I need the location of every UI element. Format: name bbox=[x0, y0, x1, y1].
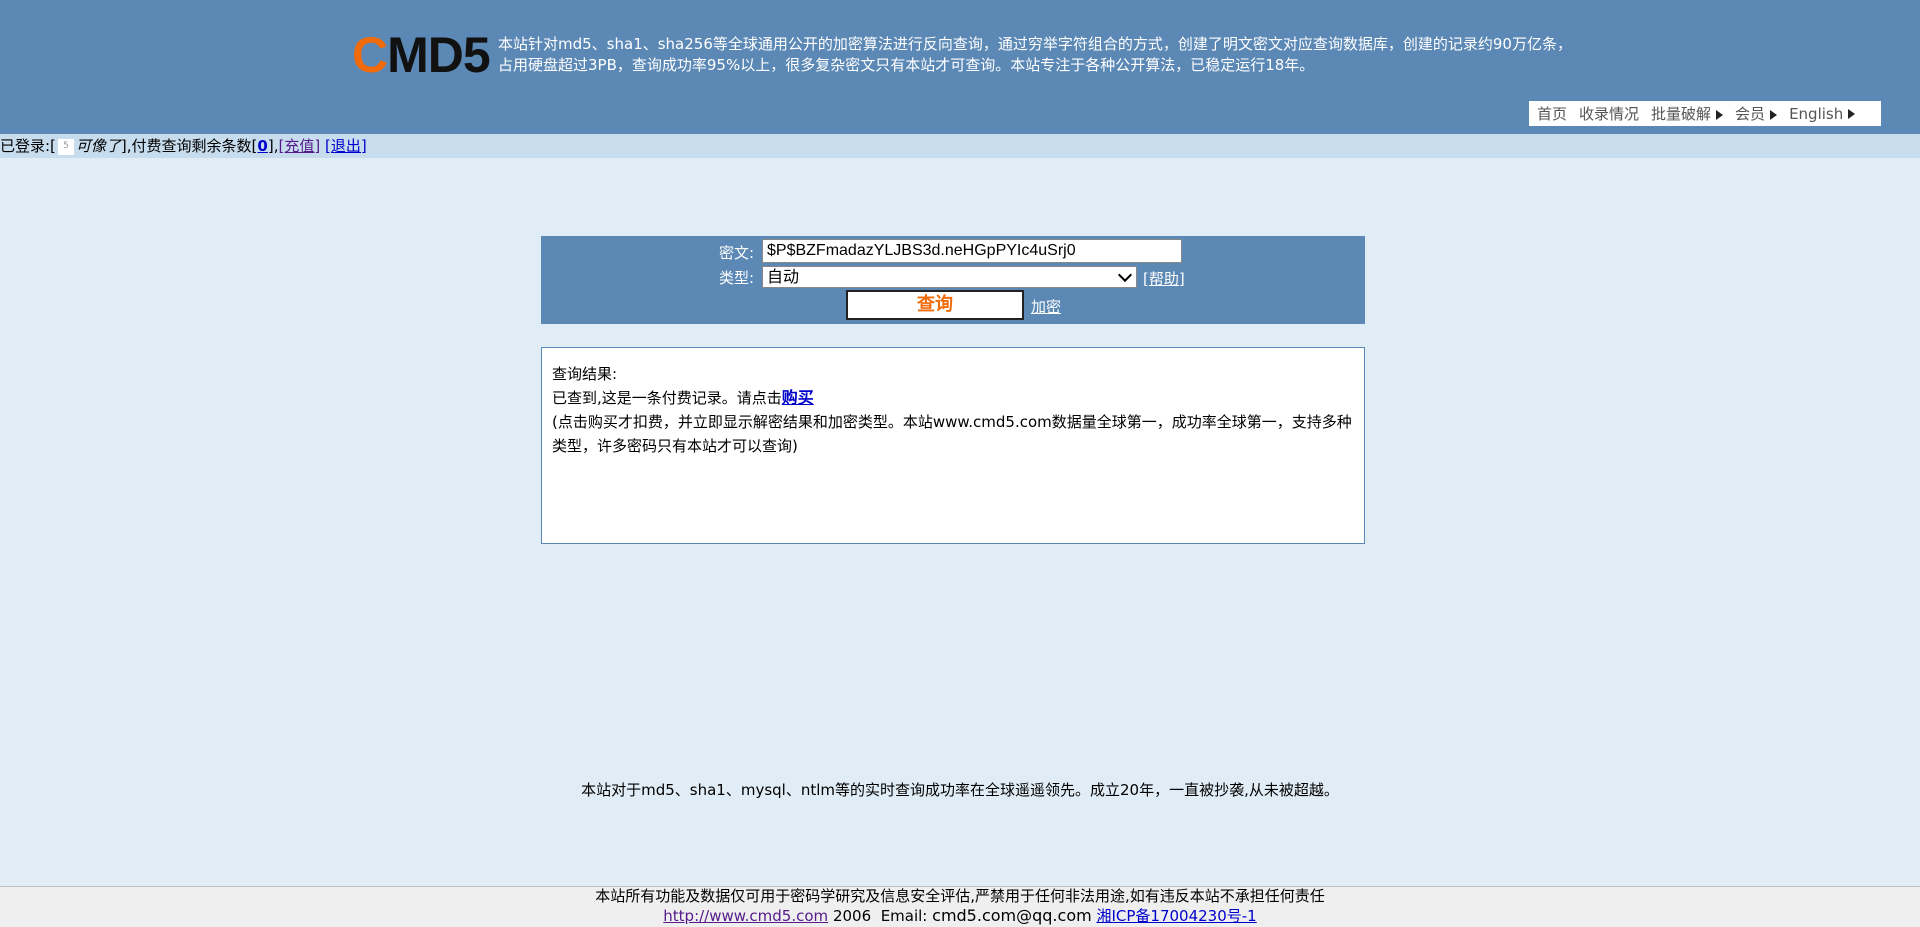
caret-right-icon bbox=[1848, 109, 1856, 119]
footer-disclaimer: 本站所有功能及数据仅可用于密码学研究及信息安全评估,严禁用于任何非法用途,如有违… bbox=[595, 887, 1325, 905]
icp-link[interactable]: 湘ICP备17004230号-1 bbox=[1096, 907, 1256, 925]
nav-batch-crack[interactable]: 批量破解 bbox=[1651, 103, 1724, 124]
login-status-bar: 已登录:[5 可像了],付费查询剩余条数[0],[充值] [退出] bbox=[0, 134, 1920, 158]
query-button[interactable]: 查询 bbox=[846, 290, 1024, 320]
cipher-input[interactable]: $P$BZFmadazYLJBS3d.neHGpPYIc4uSrj0 bbox=[762, 239, 1182, 263]
result-description: (点击购买才扣费，并立即显示解密结果和加密类型。本站www.cmd5.com数据… bbox=[552, 413, 1352, 455]
site-intro: 本站针对md5、sha1、sha256等全球通用公开的加密算法进行反向查询，通过… bbox=[498, 34, 1578, 76]
top-nav: 首页 收录情况 批量破解 会员 English bbox=[1529, 101, 1881, 126]
result-line: 已查到,这是一条付费记录。请点击购买 bbox=[552, 388, 814, 407]
recharge-link[interactable]: [充值] bbox=[278, 137, 320, 155]
site-footer: 本站所有功能及数据仅可用于密码学研究及信息安全评估,严禁用于任何非法用途,如有违… bbox=[0, 886, 1920, 927]
type-label: 类型: bbox=[719, 269, 755, 287]
cmd5-logo[interactable]: CMD5 bbox=[352, 30, 491, 80]
encrypt-link[interactable]: 加密 bbox=[1031, 296, 1061, 317]
footer-email: cmd5.com@qq.com bbox=[932, 906, 1092, 925]
footer-info: http://www.cmd5.com 2006 Email: cmd5.com… bbox=[663, 906, 1257, 925]
query-form: 密文: $P$BZFmadazYLJBS3d.neHGpPYIc4uSrj0 类… bbox=[541, 236, 1365, 324]
intro-line-1: 本站针对md5、sha1、sha256等全球通用公开的加密算法进行反向查询，通过… bbox=[498, 35, 1572, 53]
cipher-label: 密文: bbox=[719, 244, 755, 262]
result-title: 查询结果: bbox=[552, 365, 618, 383]
username: 可像了 bbox=[75, 137, 121, 155]
caret-right-icon bbox=[1716, 109, 1724, 120]
nav-home[interactable]: 首页 bbox=[1537, 103, 1567, 124]
type-select[interactable]: 自动 bbox=[762, 266, 1137, 288]
remaining-count[interactable]: 0 bbox=[257, 137, 267, 155]
intro-line-2: 占用硬盘超过3PB，查询成功率95%以上，很多复杂密文只有本站才可查询。本站专注… bbox=[498, 56, 1315, 74]
chevron-down-icon bbox=[1117, 267, 1133, 283]
site-header: CMD5 本站针对md5、sha1、sha256等全球通用公开的加密算法进行反向… bbox=[0, 0, 1920, 134]
site-claim-text: 本站对于md5、sha1、mysql、ntlm等的实时查询成功率在全球遥遥领先。… bbox=[581, 781, 1339, 799]
nav-english[interactable]: English bbox=[1789, 105, 1856, 123]
help-link[interactable]: [帮助] bbox=[1143, 270, 1185, 288]
caret-right-icon bbox=[1770, 109, 1778, 120]
logout-link[interactable]: [退出] bbox=[325, 137, 367, 155]
nav-coverage[interactable]: 收录情况 bbox=[1579, 103, 1639, 124]
user-avatar-icon: 5 bbox=[57, 138, 74, 155]
nav-member[interactable]: 会员 bbox=[1735, 103, 1778, 124]
buy-link[interactable]: 购买 bbox=[782, 388, 814, 407]
site-url-link[interactable]: http://www.cmd5.com bbox=[663, 907, 828, 925]
result-panel: 查询结果: 已查到,这是一条付费记录。请点击购买 (点击购买才扣费，并立即显示解… bbox=[541, 347, 1365, 544]
